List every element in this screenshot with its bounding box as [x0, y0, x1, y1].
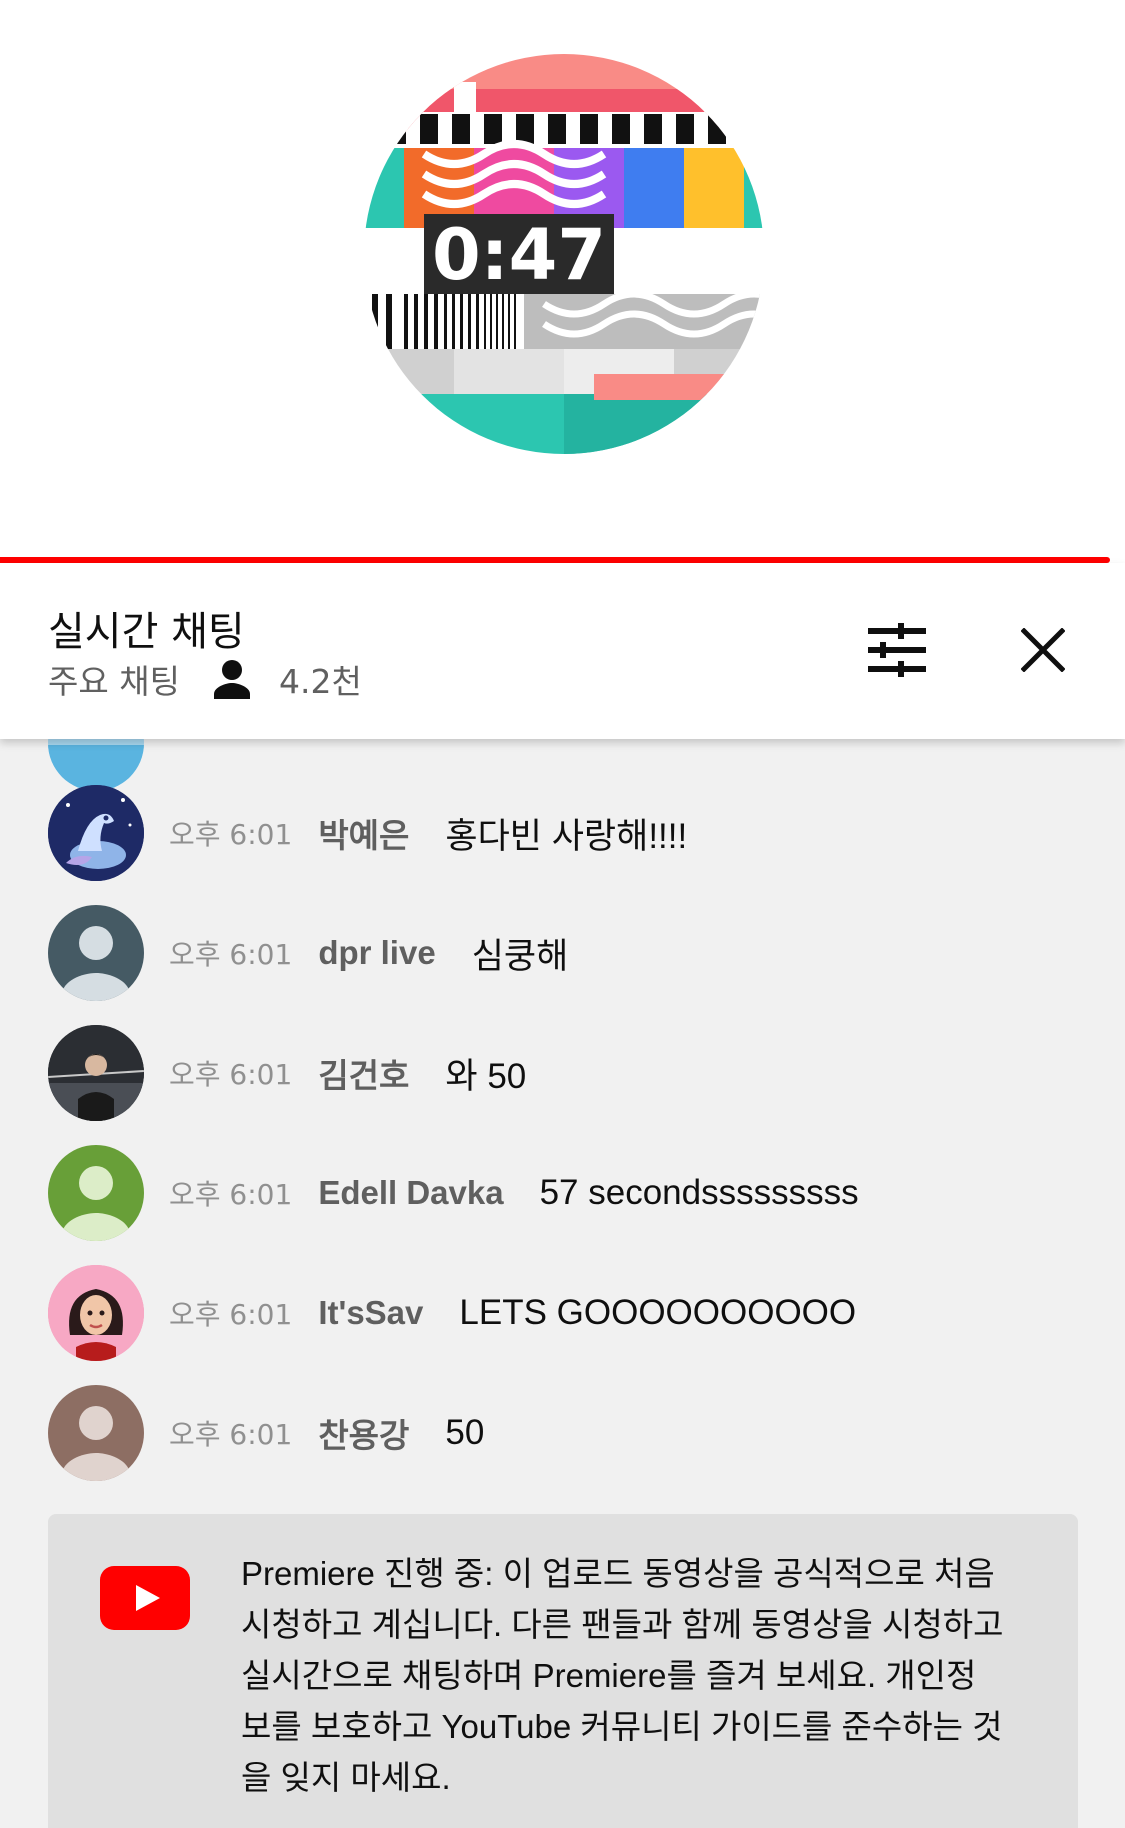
avatar [48, 739, 144, 791]
countdown-time: 0:47 [432, 214, 606, 296]
message-author[interactable]: It'sSav [318, 1294, 423, 1332]
message-text: 57 secondsssssssss [539, 1173, 859, 1212]
chat-filter-button[interactable] [862, 615, 932, 685]
premiere-notice: Premiere 진행 중: 이 업로드 동영상을 공식적으로 처음 시청하고 … [48, 1514, 1078, 1828]
video-player[interactable]: 0:47 [0, 0, 1125, 557]
chat-message-list[interactable]: 오후 6:01 박예은 홍다빈 사랑해!!!! 오후 6:01 dpr live… [0, 739, 1125, 1828]
avatar [48, 1385, 144, 1481]
person-icon [214, 660, 250, 699]
chat-message[interactable]: 오후 6:01 dpr live 심쿵해 [0, 905, 1125, 1001]
premiere-notice-text: Premiere 진행 중: 이 업로드 동영상을 공식적으로 처음 시청하고 … [241, 1548, 1051, 1803]
message-text: 심쿵해 [471, 936, 569, 976]
close-chat-button[interactable] [1008, 615, 1078, 685]
notice-line: 시청하고 계십니다. 다른 팬들과 함께 동영상을 시청하고 [241, 1606, 1004, 1643]
chat-mode-selector[interactable]: 주요 채팅 [48, 655, 180, 703]
avatar [48, 905, 144, 1001]
avatar [48, 1025, 144, 1121]
message-timestamp: 오후 6:01 [169, 1058, 293, 1091]
notice-line: 을 잊지 마세요. [241, 1759, 451, 1796]
chat-message[interactable]: 오후 6:01 Edell Davka 57 secondsssssssss [0, 1145, 1125, 1241]
message-text: 홍다빈 사랑해!!!! [445, 816, 688, 856]
notice-line: 보를 보호하고 YouTube 커뮤니티 가이드를 준수하는 것 [241, 1708, 1003, 1745]
message-author[interactable]: 김건호 [318, 1049, 409, 1097]
chat-message[interactable]: 오후 6:01 찬용강 50 [0, 1385, 1125, 1481]
message-author[interactable]: dpr live [318, 934, 435, 972]
character-avatar-icon [48, 785, 144, 881]
viewer-count: 4.2천 [279, 662, 362, 701]
message-text: LETS GOOOOOOOOOO [459, 1293, 857, 1332]
avatar [48, 1265, 144, 1361]
default-avatar-icon [62, 926, 130, 1001]
youtube-logo-icon [100, 1566, 190, 1630]
chat-title: 실시간 채팅 [48, 609, 245, 655]
premiere-countdown-graphic: 0:47 [364, 54, 764, 454]
chat-header: 실시간 채팅 주요 채팅 4.2천 [0, 563, 1125, 739]
avatar [48, 785, 144, 881]
message-timestamp: 오후 6:01 [169, 1298, 293, 1331]
message-author[interactable]: Edell Davka [318, 1174, 503, 1212]
chat-message[interactable]: 오후 6:01 It'sSav LETS GOOOOOOOOOO [0, 1265, 1125, 1361]
message-text: 50 [445, 1413, 485, 1452]
tune-icon [868, 623, 926, 677]
message-timestamp: 오후 6:01 [169, 818, 293, 851]
photo-avatar-icon [48, 1025, 144, 1121]
default-avatar-icon [62, 1166, 130, 1241]
message-author[interactable]: 박예은 [318, 809, 409, 857]
chat-message[interactable]: 오후 6:01 박예은 홍다빈 사랑해!!!! [0, 785, 1125, 881]
message-timestamp: 오후 6:01 [169, 1418, 293, 1451]
avatar [48, 1145, 144, 1241]
notice-line: Premiere 진행 중: 이 업로드 동영상을 공식적으로 처음 [241, 1555, 995, 1592]
message-timestamp: 오후 6:01 [169, 938, 293, 971]
close-icon [1021, 628, 1065, 672]
message-author[interactable]: 찬용강 [318, 1409, 409, 1457]
message-timestamp: 오후 6:01 [169, 1178, 293, 1211]
memoji-avatar-icon [48, 1265, 144, 1361]
message-text: 와 50 [445, 1056, 527, 1096]
chat-message[interactable]: 오후 6:01 김건호 와 50 [0, 1025, 1125, 1121]
default-avatar-icon [62, 1406, 130, 1481]
notice-line: 실시간으로 채팅하며 Premiere를 즐겨 보세요. 개인정 [241, 1657, 977, 1694]
